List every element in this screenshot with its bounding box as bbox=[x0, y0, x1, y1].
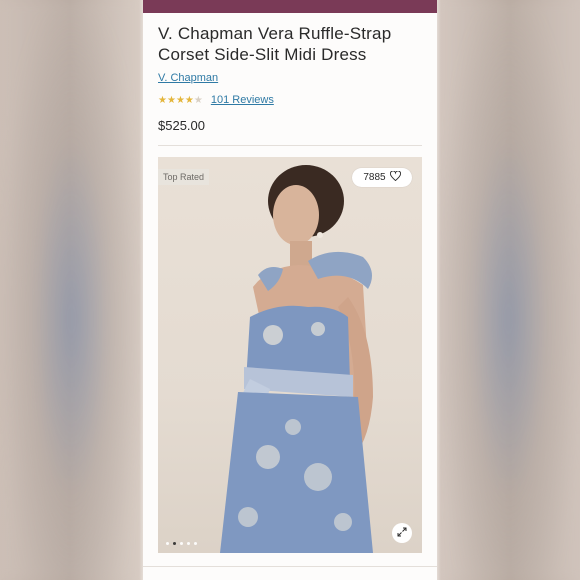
top-brand-bar bbox=[143, 0, 437, 13]
rating-row: ★★★★★ 101 Reviews bbox=[158, 94, 274, 106]
background-blur-right bbox=[437, 0, 580, 580]
product-title: V. Chapman Vera Ruffle-Strap Corset Side… bbox=[158, 24, 392, 64]
product-price: $525.00 bbox=[158, 118, 205, 133]
carousel-dot[interactable] bbox=[187, 542, 190, 545]
likes-count: 7885 bbox=[363, 172, 386, 183]
model-photo-illustration bbox=[220, 165, 373, 553]
star-icon: ★ bbox=[158, 94, 167, 106]
divider bbox=[158, 145, 422, 146]
heart-icon bbox=[389, 170, 401, 184]
carousel-indicator[interactable] bbox=[166, 542, 197, 545]
like-button[interactable]: 7885 bbox=[352, 168, 412, 187]
product-card: V. Chapman Vera Ruffle-Strap Corset Side… bbox=[143, 13, 437, 580]
bottom-divider bbox=[143, 566, 437, 567]
star-icon: ★ bbox=[175, 94, 185, 106]
brand-link[interactable]: V. Chapman bbox=[158, 72, 218, 84]
top-rated-badge: Top Rated bbox=[158, 169, 210, 185]
carousel-dot[interactable] bbox=[166, 542, 169, 545]
carousel-dot[interactable] bbox=[194, 542, 197, 545]
star-icon: ★ bbox=[184, 94, 194, 106]
star-icon: ★ bbox=[166, 94, 176, 106]
background-blur-left bbox=[0, 0, 143, 580]
carousel-dot[interactable] bbox=[173, 542, 176, 545]
expand-icon bbox=[397, 524, 407, 542]
product-photo[interactable]: Top Rated 7885 bbox=[158, 157, 422, 553]
expand-button[interactable] bbox=[392, 523, 412, 543]
carousel-dot[interactable] bbox=[180, 542, 183, 545]
star-rating: ★★★★★ bbox=[158, 95, 203, 106]
reviews-link[interactable]: 101 Reviews bbox=[211, 94, 274, 106]
star-icon: ★ bbox=[193, 94, 203, 106]
